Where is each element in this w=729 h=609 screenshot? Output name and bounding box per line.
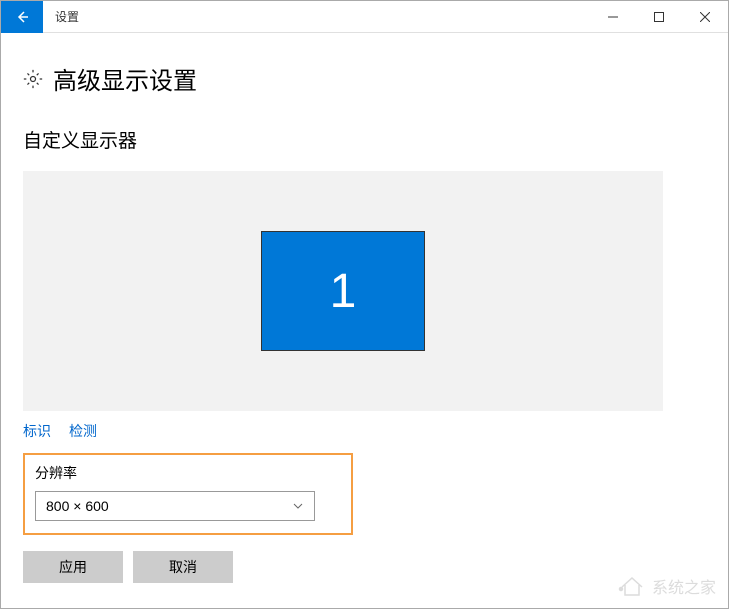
close-icon [700,12,710,22]
chevron-down-icon [292,500,304,512]
resolution-dropdown[interactable]: 800 × 600 [35,491,315,521]
monitor-1[interactable]: 1 [261,231,425,351]
display-preview-area: 1 [23,171,663,411]
back-button[interactable] [1,1,43,33]
content-area: 高级显示设置 自定义显示器 1 标识 检测 分辨率 800 × 600 应用 取… [1,33,728,601]
maximize-icon [654,12,664,22]
window-controls [590,1,728,33]
resolution-section: 分辨率 800 × 600 [23,453,353,535]
gear-icon [23,69,43,89]
resolution-value: 800 × 600 [46,498,109,514]
minimize-button[interactable] [590,1,636,33]
cancel-button[interactable]: 取消 [133,551,233,583]
display-links: 标识 检测 [23,421,706,441]
minimize-icon [608,12,618,22]
back-arrow-icon [14,9,30,25]
resolution-label: 分辨率 [35,463,341,483]
identify-link[interactable]: 标识 [23,421,51,441]
page-header: 高级显示设置 [23,61,706,96]
section-title: 自定义显示器 [23,126,706,153]
page-title: 高级显示设置 [53,61,197,96]
close-button[interactable] [682,1,728,33]
maximize-button[interactable] [636,1,682,33]
titlebar: 设置 [1,1,728,33]
monitor-number: 1 [330,264,357,319]
apply-button[interactable]: 应用 [23,551,123,583]
action-buttons: 应用 取消 [23,551,706,583]
window-title: 设置 [55,8,590,25]
detect-link[interactable]: 检测 [69,421,97,441]
